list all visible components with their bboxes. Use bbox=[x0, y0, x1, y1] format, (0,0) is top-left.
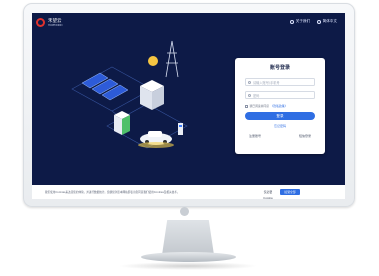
agreement-row: 我已阅读并同意 《隐私政策》 bbox=[245, 104, 317, 108]
about-label: 关于我们 bbox=[295, 19, 311, 23]
battery-icon bbox=[114, 111, 130, 135]
energy-illustration bbox=[71, 40, 188, 149]
screen: 禾望云 HOPEWIND 关于我们 简体中文 账号登录 请输入账号/手机号 密码… bbox=[32, 13, 345, 199]
agree-checkbox[interactable] bbox=[245, 104, 248, 108]
login-card: 账号登录 请输入账号/手机号 密码 我已阅读并同意 《隐私政策》 登录 忘记密码… bbox=[235, 58, 325, 154]
cookie-accept-button[interactable]: 接受全部 bbox=[280, 189, 300, 195]
cookie-bar: 我们使用Cookies来改善您的体验，并进行数据统计。您继续浏览本网站即表示您同… bbox=[32, 185, 345, 199]
lock-icon bbox=[248, 93, 251, 97]
monitor-shadow bbox=[118, 262, 258, 270]
privacy-link[interactable]: 《隐私政策》 bbox=[271, 104, 288, 108]
monitor-stand bbox=[162, 220, 214, 255]
register-link[interactable]: 注册账号 bbox=[249, 134, 261, 138]
login-button[interactable]: 登录 bbox=[245, 112, 315, 120]
sms-login-link[interactable]: 短信登录 bbox=[299, 134, 311, 138]
brand-subtitle: HOPEWIND bbox=[48, 23, 63, 27]
password-placeholder: 密码 bbox=[253, 93, 260, 98]
username-input[interactable]: 请输入账号/手机号 bbox=[245, 78, 315, 86]
ev-car-icon bbox=[138, 131, 174, 148]
tower-icon bbox=[165, 40, 179, 78]
forgot-password-link[interactable]: 忘记密码 bbox=[235, 124, 325, 128]
monitor-logo-icon bbox=[180, 207, 189, 216]
bottom-links: 注册账号 短信登录 bbox=[249, 134, 311, 138]
brand-name: 禾望云 bbox=[48, 18, 62, 24]
agree-text: 我已阅读并同意 bbox=[249, 104, 270, 108]
monitor-frame: 禾望云 HOPEWIND 关于我们 简体中文 账号登录 请输入账号/手机号 密码… bbox=[23, 3, 355, 207]
about-icon bbox=[290, 19, 295, 24]
cookie-decline-button[interactable]: 仅必要Cookie bbox=[260, 189, 276, 199]
brand[interactable]: 禾望云 HOPEWIND bbox=[36, 18, 62, 27]
cookie-text: 我们使用Cookies来改善您的体验，并进行数据统计。您继续浏览本网站即表示您同… bbox=[45, 191, 180, 194]
inverter-icon bbox=[140, 80, 164, 110]
globe-icon bbox=[317, 19, 322, 24]
login-title: 账号登录 bbox=[269, 65, 290, 71]
monitor-base bbox=[141, 252, 236, 262]
user-icon bbox=[248, 80, 251, 84]
language-select[interactable]: 简体中文 bbox=[317, 19, 337, 24]
password-input[interactable]: 密码 bbox=[245, 91, 315, 99]
top-bar: 禾望云 HOPEWIND 关于我们 简体中文 bbox=[32, 13, 345, 31]
logo-icon bbox=[36, 18, 45, 27]
about-link[interactable]: 关于我们 bbox=[290, 19, 310, 24]
username-placeholder: 请输入账号/手机号 bbox=[253, 80, 280, 85]
language-label: 简体中文 bbox=[322, 19, 337, 23]
solar-panel-icon bbox=[81, 72, 129, 101]
sun-icon bbox=[148, 56, 158, 66]
charger-icon bbox=[178, 123, 183, 135]
